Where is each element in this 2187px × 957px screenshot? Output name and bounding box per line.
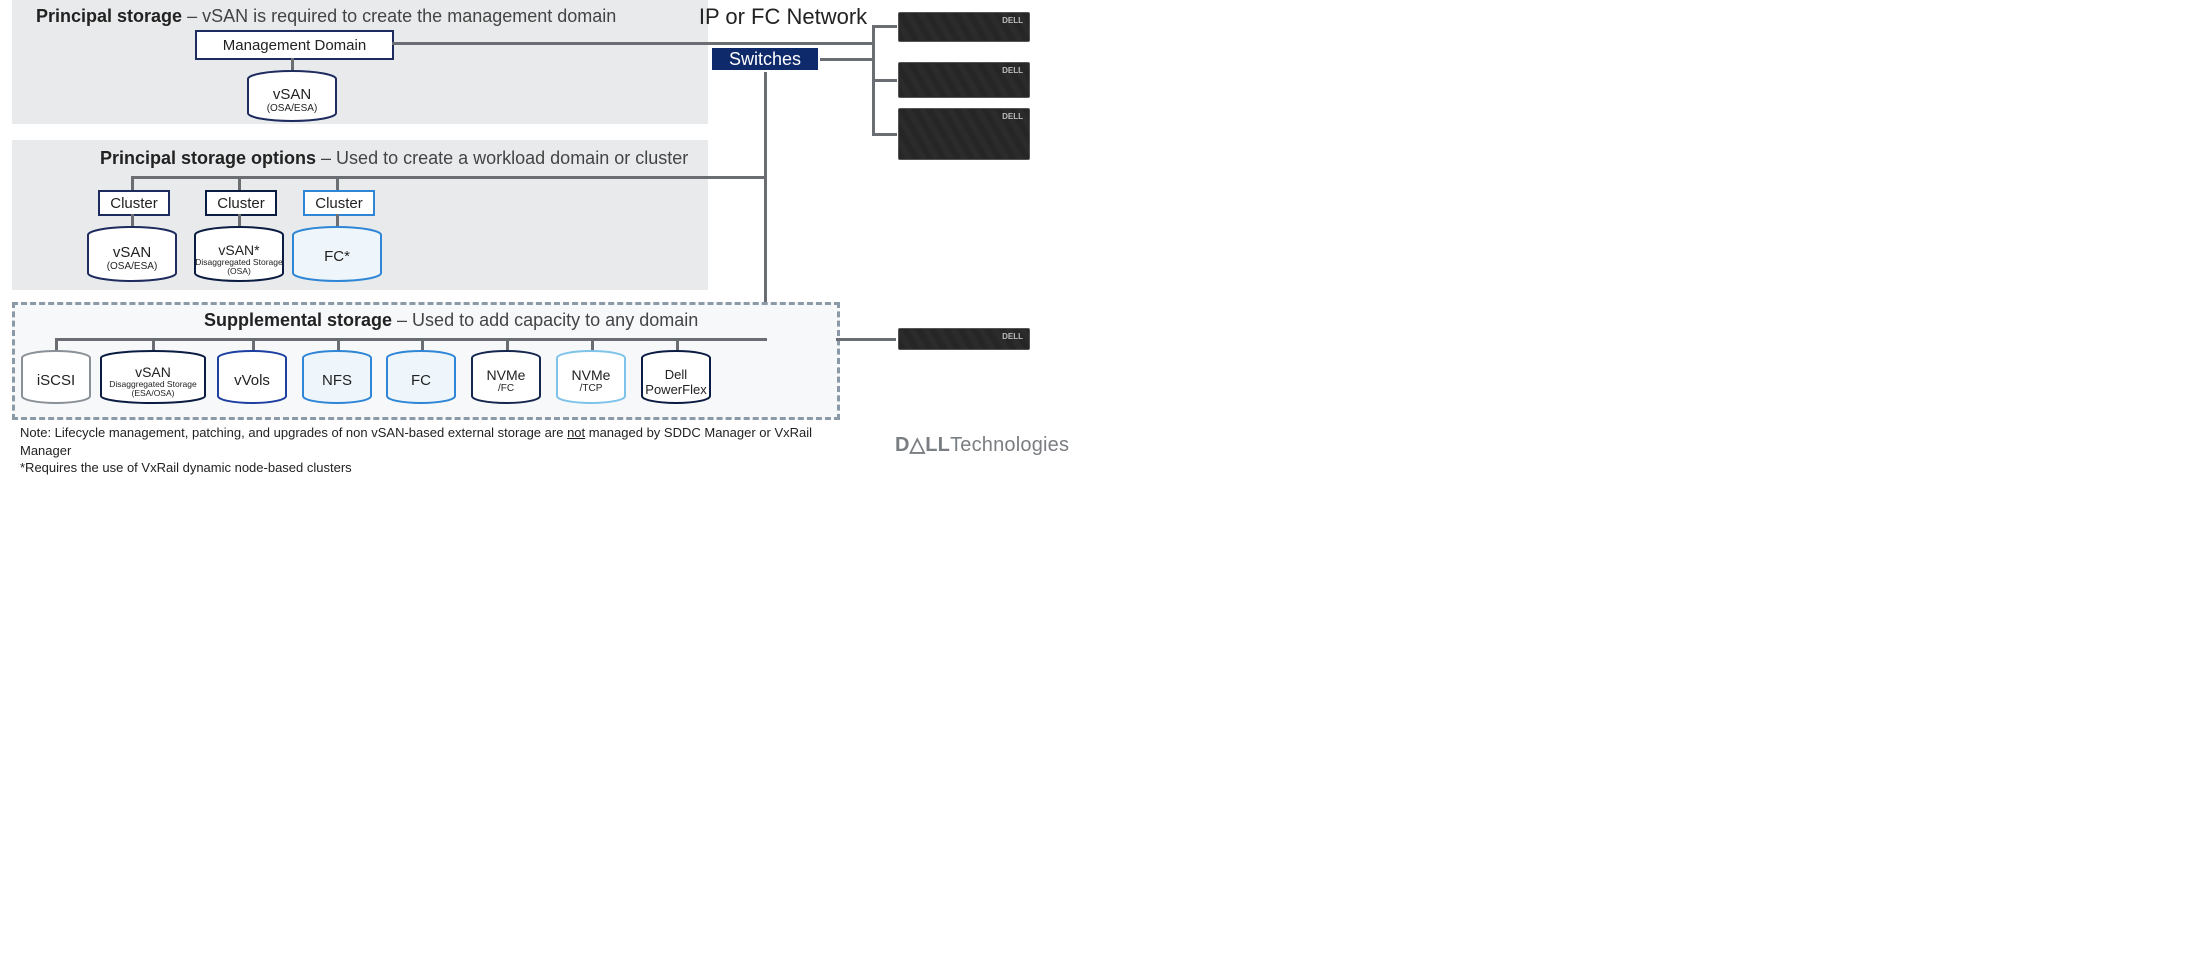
cyl-label: NFS <box>301 372 373 389</box>
connector <box>238 176 241 190</box>
hw-brand: DELL <box>1002 16 1023 25</box>
cyl-sublabel: Disaggregated Storage (ESA/OSA) <box>99 380 207 399</box>
cyl-fc: FC* <box>291 226 383 282</box>
cyl-label: iSCSI <box>20 372 92 389</box>
cyl-label: FC* <box>291 248 383 265</box>
panel2-title-rest: – Used to create a workload domain or cl… <box>316 148 688 168</box>
cyl-vsan-disagg: vSAN*Disaggregated Storage (OSA) <box>193 226 285 282</box>
storage-array-icon: DELL <box>898 108 1030 160</box>
cyl-nfs: NFS <box>301 350 373 404</box>
cyl-fc-supp: FC <box>385 350 457 404</box>
dell-logo: D△LLTechnologies <box>895 432 1069 457</box>
note1-a: Note: Lifecycle management, patching, an… <box>20 425 567 440</box>
hw-brand: DELL <box>1002 66 1023 75</box>
cyl-vsan-osa-esa: vSAN(OSA/ESA) <box>86 226 178 282</box>
switches-box: Switches <box>712 48 818 70</box>
connector <box>55 338 767 341</box>
footer-note: Note: Lifecycle management, patching, an… <box>20 424 840 477</box>
connector <box>392 42 712 45</box>
cyl-label: NVMe <box>470 367 542 383</box>
management-domain-box: Management Domain <box>195 30 394 60</box>
diagram-canvas: Principal storage – vSAN is required to … <box>0 0 1458 638</box>
management-domain-label: Management Domain <box>223 37 366 54</box>
note2: *Requires the use of VxRail dynamic node… <box>20 460 352 475</box>
connector <box>131 176 767 179</box>
cyl-label: FC <box>385 372 457 389</box>
connector <box>836 338 896 341</box>
panel3-title-rest: – Used to add capacity to any domain <box>392 310 698 330</box>
panel2-title-bold: Principal storage options <box>100 148 316 168</box>
storage-array-icon: DELL <box>898 328 1030 350</box>
panel2-title: Principal storage options – Used to crea… <box>100 148 688 169</box>
cluster-label: Cluster <box>315 195 363 212</box>
cyl-vsan-disagg-supp: vSANDisaggregated Storage (ESA/OSA) <box>99 350 207 404</box>
connector <box>872 79 897 82</box>
connector <box>872 133 897 136</box>
panel1-title-rest: – vSAN is required to create the managem… <box>182 6 616 26</box>
storage-array-icon: DELL <box>898 12 1030 42</box>
panel1-title: Principal storage – vSAN is required to … <box>36 6 616 27</box>
cluster-box: Cluster <box>205 190 277 216</box>
switches-label: Switches <box>729 49 801 70</box>
cyl-sublabel: (OSA/ESA) <box>86 261 178 272</box>
panel1-title-bold: Principal storage <box>36 6 182 26</box>
connector <box>872 25 897 28</box>
cyl-nvme-tcp: NVMe/TCP <box>555 350 627 404</box>
cluster-label: Cluster <box>217 195 265 212</box>
cluster-box: Cluster <box>303 190 375 216</box>
note1-b: not <box>567 425 585 440</box>
cyl-powerflex: DellPowerFlex <box>640 350 712 404</box>
hw-brand: DELL <box>1002 332 1023 341</box>
cyl-label: vSAN <box>86 244 178 261</box>
cyl-label: Dell <box>640 367 712 382</box>
panel3-title-bold: Supplemental storage <box>204 310 392 330</box>
cyl-label: NVMe <box>555 367 627 383</box>
network-label: IP or FC Network <box>688 4 878 30</box>
connector <box>131 176 134 190</box>
logo-tech: Technologies <box>950 434 1069 456</box>
connector <box>764 72 767 340</box>
cyl-sublabel: /TCP <box>555 383 627 394</box>
cyl-label: vSAN <box>246 86 338 103</box>
cyl-label: vSAN <box>99 364 207 380</box>
cyl-iscsi: iSCSI <box>20 350 92 404</box>
cyl-vsan-mgmt: vSAN (OSA/ESA) <box>246 70 338 122</box>
logo-dell: D△LL <box>895 434 950 456</box>
cyl-vvols: vVols <box>216 350 288 404</box>
cluster-box: Cluster <box>98 190 170 216</box>
cyl-label: vVols <box>216 372 288 389</box>
cyl-label: vSAN* <box>193 242 285 258</box>
cyl-sublabel: PowerFlex <box>640 382 712 397</box>
connector <box>336 176 339 190</box>
cyl-sublabel: Disaggregated Storage (OSA) <box>193 258 285 277</box>
panel3-title: Supplemental storage – Used to add capac… <box>204 310 698 331</box>
cluster-label: Cluster <box>110 195 158 212</box>
hw-brand: DELL <box>1002 112 1023 121</box>
cyl-sublabel: (OSA/ESA) <box>246 103 338 114</box>
connector <box>820 58 875 61</box>
storage-array-icon: DELL <box>898 62 1030 98</box>
cyl-sublabel: /FC <box>470 383 542 394</box>
cyl-nvme-fc: NVMe/FC <box>470 350 542 404</box>
connector <box>710 42 875 45</box>
